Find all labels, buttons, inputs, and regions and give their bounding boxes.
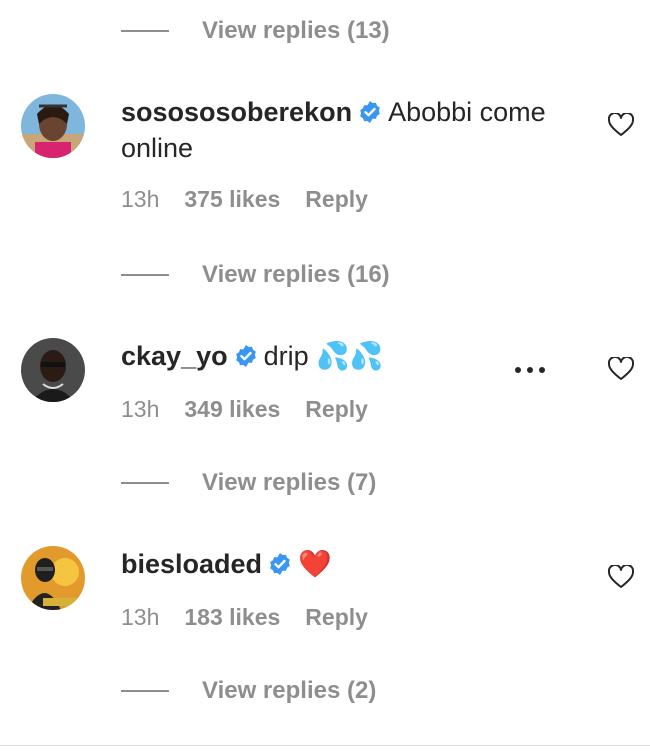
view-replies-link[interactable]: View replies (16) [121, 260, 390, 290]
comment-body: biesloaded ❤️ 13h 183 likes Reply [121, 546, 591, 631]
verified-badge-icon [235, 345, 256, 367]
comment-meta: 13h 349 likes Reply [121, 396, 591, 423]
comment-meta: 13h 375 likes Reply [121, 186, 591, 213]
comment-text-line: biesloaded ❤️ [121, 546, 591, 582]
likes-count[interactable]: 375 likes [184, 186, 280, 213]
replies-divider-line [121, 690, 169, 692]
view-replies-label: View replies (13) [202, 17, 390, 44]
comment-body: ckay_yo drip 💦💦 13h 349 likes Reply [121, 338, 591, 423]
heart-emoji-text: ❤️ [298, 549, 332, 579]
view-replies-link[interactable]: View replies (2) [121, 676, 376, 706]
view-replies-label: View replies (16) [202, 261, 390, 288]
comment-time: 13h [121, 186, 160, 212]
comment-meta: 13h 183 likes Reply [121, 604, 591, 631]
replies-divider-line [121, 274, 169, 276]
view-replies-link[interactable]: View replies (13) [121, 16, 390, 46]
avatar[interactable] [21, 338, 85, 402]
view-replies-link[interactable]: View replies (7) [121, 468, 376, 498]
avatar[interactable] [21, 546, 85, 610]
replies-divider-line [121, 482, 169, 484]
more-options-icon[interactable] [514, 365, 546, 375]
reply-button[interactable]: Reply [305, 604, 368, 631]
verified-badge-icon [270, 553, 290, 575]
heart-outline-icon[interactable] [608, 113, 634, 137]
heart-outline-icon[interactable] [608, 565, 634, 589]
reply-button[interactable]: Reply [305, 186, 368, 213]
view-replies-label: View replies (2) [202, 677, 377, 704]
bottom-divider [0, 745, 650, 746]
comment-time: 13h [121, 396, 160, 422]
replies-divider-line [121, 30, 169, 32]
comment-text-line: sosososoberekon Abobbi come online [121, 94, 591, 166]
username[interactable]: ckay_yo [121, 341, 228, 371]
reply-button[interactable]: Reply [305, 396, 368, 423]
comment-body: sosososoberekon Abobbi come online 13h 37… [121, 94, 591, 213]
comment-text: drip 💦💦 [263, 341, 384, 371]
likes-count[interactable]: 183 likes [184, 604, 280, 631]
heart-outline-icon[interactable] [608, 357, 634, 381]
avatar[interactable] [21, 94, 85, 158]
comment-time: 13h [121, 604, 160, 630]
verified-badge-icon [360, 101, 380, 123]
username[interactable]: biesloaded [121, 549, 262, 579]
likes-count[interactable]: 349 likes [184, 396, 280, 423]
username[interactable]: sosososoberekon [121, 97, 352, 127]
view-replies-label: View replies (7) [202, 469, 377, 496]
